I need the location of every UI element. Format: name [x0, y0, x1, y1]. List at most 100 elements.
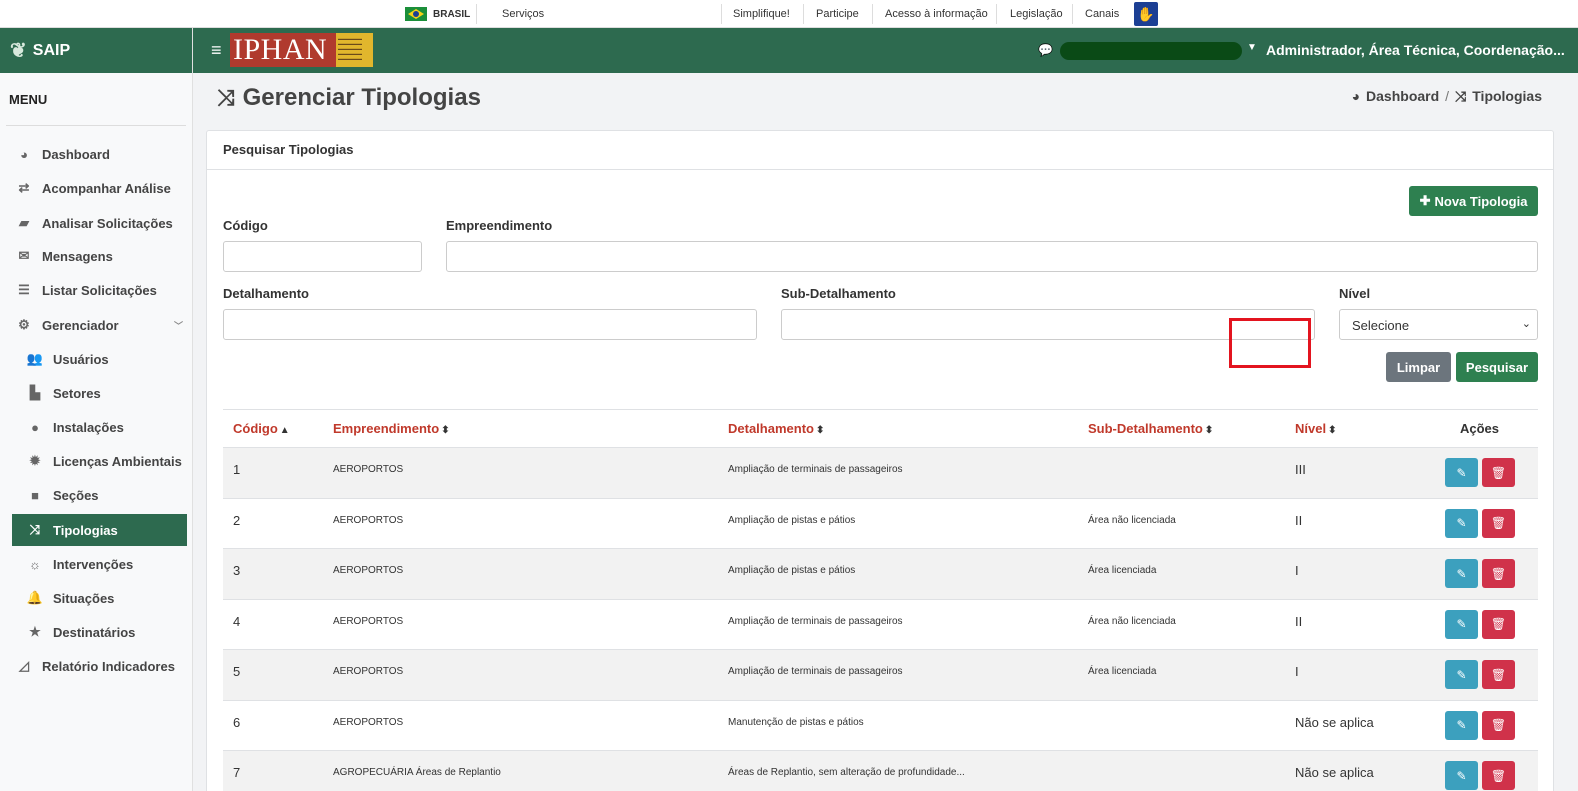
sidebar-item-label: Situações	[53, 590, 115, 606]
edit-button[interactable]: ✎	[1445, 660, 1478, 689]
column-header-acoes: Ações	[1460, 421, 1500, 436]
column-header-label: Detalhamento	[728, 421, 814, 436]
delete-button[interactable]: 🗑	[1482, 660, 1515, 689]
comments-icon: ✉	[18, 248, 30, 263]
iphan-logo-text: IPHAN	[230, 33, 336, 67]
sidebar-item-relatorio-indicadores[interactable]: ◿ Relatório Indicadores	[12, 650, 187, 682]
sidebar-item-label: Instalações	[53, 419, 124, 435]
codigo-label: Código	[223, 218, 268, 233]
cell-empreendimento: AEROPORTOS	[333, 514, 404, 526]
delete-button[interactable]: 🗑	[1482, 710, 1515, 740]
edit-button[interactable]: ✎	[1445, 458, 1478, 487]
sidebar-item-situacoes[interactable]: 🔔 Situações	[12, 582, 187, 614]
sidebar-item-mensagens[interactable]: ✉ Mensagens	[12, 240, 187, 272]
gov-link-legislacao[interactable]: Legislação	[1010, 8, 1063, 20]
brasil-link[interactable]: BRASIL	[405, 7, 470, 21]
clear-button[interactable]: Limpar	[1386, 352, 1451, 382]
search-button[interactable]: Pesquisar	[1456, 352, 1538, 382]
empreendimento-label: Empreendimento	[446, 218, 553, 233]
cell-codigo: 6	[233, 714, 241, 730]
new-tipologia-button[interactable]: ✚ Nova Tipologia	[1409, 186, 1538, 216]
sidebar-item-tipologias[interactable]: ⤨ Tipologias	[12, 514, 187, 546]
sidebar-item-acompanhar-analise[interactable]: ⇄ Acompanhar Análise	[12, 172, 187, 204]
iphan-logo[interactable]: IPHAN ▬▬▬▬▬▬ ▬▬▬▬▬▬ ▬▬▬▬▬▬ ▬▬▬▬▬▬ ▬▬▬▬▬▬	[230, 33, 373, 67]
column-header-sub-detalhamento[interactable]: Sub-Detalhamento ⬍	[1088, 421, 1213, 436]
gov-link-participe[interactable]: Participe	[816, 8, 859, 20]
cell-codigo: 4	[233, 613, 241, 629]
divider	[476, 4, 477, 24]
nivel-selected-value: Selecione	[1352, 318, 1410, 333]
sidebar-item-licencas-ambientais[interactable]: ✹ Licenças Ambientais	[12, 445, 187, 477]
cell-empreendimento: AEROPORTOS	[333, 464, 404, 475]
users-icon: 👥	[26, 351, 44, 366]
sort-icon: ⬍	[1204, 425, 1214, 436]
edit-button[interactable]: ✎	[1445, 559, 1478, 588]
menu-divider	[6, 125, 186, 126]
sidebar-item-listar-solicitacoes[interactable]: ☰ Listar Solicitações	[12, 274, 187, 306]
gov-link-canais[interactable]: Canais	[1085, 8, 1119, 20]
sidebar-item-gerenciador[interactable]: ⚙ Gerenciador ﹀	[12, 309, 187, 341]
sidebar-item-label: Usuários	[53, 351, 109, 367]
sidebar-item-label: Destinatários	[53, 624, 136, 640]
sidebar-item-setores[interactable]: ▙ Setores	[12, 377, 187, 409]
column-header-nivel[interactable]: Nível ⬍	[1295, 421, 1336, 436]
delete-button[interactable]: 🗑	[1482, 508, 1515, 538]
empreendimento-input[interactable]	[446, 241, 1538, 272]
gov-link-simplifique[interactable]: Simplifique!	[733, 8, 790, 20]
vlibras-hand-icon[interactable]: ✋	[1134, 2, 1158, 26]
exchange-icon: ⇄	[18, 180, 30, 195]
column-header-detalhamento[interactable]: Detalhamento ⬍	[728, 421, 824, 436]
column-header-empreendimento[interactable]: Empreendimento ⬍	[333, 421, 450, 436]
table-row: 7 AGROPECUÁRIA Áreas de Replantio Áreas de…	[223, 751, 1538, 791]
cell-sub-detalhamento: Área licenciada	[1088, 666, 1157, 677]
breadcrumb: ◕ Dashboard / ⤨ Tipologias	[1352, 88, 1542, 105]
gov-link-acesso-informacao[interactable]: Acesso à informação	[885, 8, 988, 20]
app-brand[interactable]: ❦ SAIP	[0, 28, 192, 73]
user-role-label[interactable]: Administrador, Área Técnica, Coordenação…	[1266, 42, 1565, 58]
cell-detalhamento: Ampliação de terminais de passageiros	[728, 666, 903, 677]
app-name: SAIP	[32, 41, 71, 59]
chat-icon[interactable]: 💬	[1038, 43, 1053, 57]
page-title: ⤨ Gerenciar Tipologias	[217, 84, 481, 112]
sub-detalhamento-label: Sub-Detalhamento	[781, 286, 896, 301]
cell-detalhamento: Ampliação de terminais de passageiros	[728, 464, 903, 475]
sidebar-item-usuarios[interactable]: 👥 Usuários	[12, 343, 187, 375]
breadcrumb-dashboard[interactable]: Dashboard	[1366, 88, 1439, 105]
user-name-redacted[interactable]	[1060, 42, 1242, 60]
delete-button[interactable]: 🗑	[1482, 761, 1515, 790]
table-row: 2 AEROPORTOS Ampliação de pistas e pátios Á…	[223, 499, 1538, 549]
table-row: 5 AEROPORTOS Ampliação de terminais de pas…	[223, 650, 1538, 701]
sidebar-item-dashboard[interactable]: ◕ Dashboard	[12, 138, 187, 170]
gov-link-servicos[interactable]: Serviços	[502, 8, 544, 20]
sidebar-item-destinatarios[interactable]: ★ Destinatários	[12, 616, 187, 648]
sidebar-item-intervencoes[interactable]: ☼ Intervenções	[12, 548, 187, 580]
cell-codigo: 3	[233, 563, 241, 578]
edit-icon: ✎	[1456, 617, 1467, 631]
cell-detalhamento: Manutenção de pistas e pátios	[728, 716, 864, 728]
caret-down-icon[interactable]: ▼	[1247, 42, 1257, 53]
detalhamento-input[interactable]	[223, 309, 757, 340]
nivel-select[interactable]: Selecione ⌄	[1339, 309, 1538, 340]
divider	[721, 4, 722, 24]
tipologias-table: Código ▲ Empreendimento ⬍ Detalhamento ⬍ Su…	[223, 409, 1538, 791]
card-title: Pesquisar Tipologias	[207, 131, 1553, 170]
delete-button[interactable]: 🗑	[1482, 609, 1515, 639]
delete-button[interactable]: 🗑	[1482, 458, 1515, 487]
hamburger-menu-icon[interactable]: ≡	[211, 40, 222, 61]
edit-button[interactable]: ✎	[1445, 609, 1478, 639]
edit-button[interactable]: ✎	[1445, 761, 1478, 790]
dashboard-icon: ◕	[1351, 88, 1361, 104]
sidebar-item-instalacoes[interactable]: ● Instalações	[12, 411, 187, 443]
sidebar-item-analisar-solicitacoes[interactable]: ▰ Analisar Solicitações	[12, 207, 187, 239]
table-row: 1 AEROPORTOS Ampliação de terminais de pas…	[223, 448, 1538, 499]
edit-button[interactable]: ✎	[1445, 508, 1478, 538]
codigo-input[interactable]	[223, 241, 422, 272]
edit-icon: ✎	[1456, 566, 1467, 581]
cell-empreendimento: AEROPORTOS	[333, 716, 404, 728]
brasil-label: BRASIL	[433, 8, 471, 20]
sidebar-item-secoes[interactable]: ■ Seções	[12, 479, 187, 511]
column-header-codigo[interactable]: Código ▲	[233, 421, 290, 436]
delete-button[interactable]: 🗑	[1482, 559, 1515, 588]
edit-button[interactable]: ✎	[1445, 710, 1478, 740]
certificate-icon: ✹	[29, 453, 41, 468]
